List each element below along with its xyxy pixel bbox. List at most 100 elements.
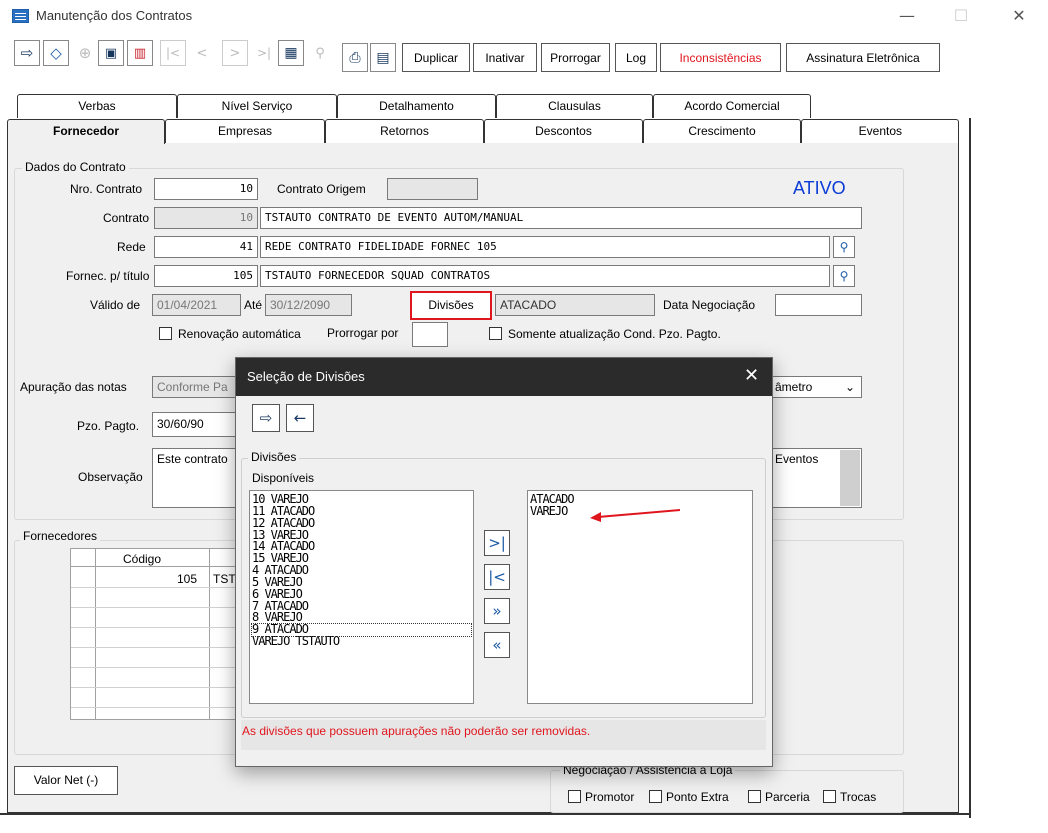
- tab-retornos[interactable]: Retornos: [325, 119, 484, 143]
- tab-nivel-servico[interactable]: Nível Serviço: [177, 94, 337, 118]
- search-icon[interactable]: ⚲: [307, 40, 333, 66]
- valido-de-field[interactable]: 01/04/2021: [152, 294, 241, 316]
- data-negociacao-label: Data Negociação: [663, 298, 756, 312]
- warning-message: As divisões que possuem apurações não po…: [242, 724, 591, 738]
- parceria-label: Parceria: [765, 790, 810, 804]
- contrato-number-field[interactable]: 10: [154, 207, 258, 229]
- maximize-button[interactable]: ☐: [951, 6, 971, 26]
- grid-cell-desc[interactable]: TST: [213, 572, 236, 586]
- rede-search-icon[interactable]: ⚲: [833, 236, 855, 258]
- duplicar-button[interactable]: Duplicar: [402, 43, 470, 72]
- parceria-checkbox[interactable]: Parceria: [748, 790, 810, 804]
- grid-cell-codigo[interactable]: 105: [177, 572, 197, 586]
- renovacao-label: Renovação automática: [178, 327, 301, 341]
- app-window-icon: [12, 9, 29, 23]
- nro-contrato-field[interactable]: 10: [154, 178, 258, 200]
- parametro-select[interactable]: âmetro ⌄: [770, 376, 862, 398]
- tab-eventos[interactable]: Eventos: [801, 119, 959, 143]
- remove-selected-button[interactable]: |<: [484, 564, 510, 590]
- chevron-down-icon: ⌄: [844, 380, 855, 394]
- tab-fornecedor[interactable]: Fornecedor: [7, 119, 165, 144]
- fornecedores-grid[interactable]: Código 105 TST: [70, 548, 240, 720]
- apuracao-field[interactable]: Conforme Pa: [152, 376, 242, 398]
- ponto-extra-checkbox[interactable]: Ponto Extra: [649, 790, 729, 804]
- contrato-origem-label: Contrato Origem: [277, 182, 366, 196]
- first-record-icon[interactable]: |<: [160, 40, 186, 66]
- fornec-description-field[interactable]: TSTAUTO FORNECEDOR SQUAD CONTRATOS: [260, 265, 830, 287]
- fornec-search-icon[interactable]: ⚲: [833, 265, 855, 287]
- inconsistencias-button[interactable]: Inconsistências: [660, 43, 781, 72]
- calculator-icon[interactable]: ▤: [370, 43, 396, 72]
- inativar-button[interactable]: Inativar: [473, 43, 537, 72]
- last-record-icon[interactable]: >|: [251, 40, 277, 66]
- selected-divisions-list[interactable]: ATACADO VAREJO: [527, 490, 753, 704]
- promotor-label: Promotor: [585, 790, 635, 804]
- log-button[interactable]: Log: [615, 43, 657, 72]
- remove-all-button[interactable]: «: [484, 632, 510, 658]
- table-row: [71, 667, 239, 668]
- contrato-description-field[interactable]: TSTAUTO CONTRATO DE EVENTO AUTOM/MANUAL: [260, 207, 862, 229]
- pzo-pagto-field[interactable]: 30/60/90: [152, 412, 240, 437]
- fornec-titulo-label: Fornec. p/ título: [66, 269, 150, 283]
- tab-crescimento[interactable]: Crescimento: [643, 119, 801, 143]
- add-all-button[interactable]: »: [484, 598, 510, 624]
- contrato-origem-field[interactable]: [387, 178, 478, 200]
- next-record-icon[interactable]: >: [222, 40, 248, 66]
- table-row: [71, 687, 239, 688]
- tab-detalhamento[interactable]: Detalhamento: [337, 94, 496, 118]
- table-row: [71, 607, 239, 608]
- exit-icon[interactable]: ⇨: [14, 40, 40, 66]
- add-selected-button[interactable]: >|: [484, 530, 510, 556]
- prorrogar-por-field[interactable]: [412, 322, 448, 347]
- data-negociacao-field[interactable]: [775, 294, 862, 316]
- available-divisions-list[interactable]: 10 VAREJO 11 ATACADO 12 ATACADO 13 VAREJ…: [249, 490, 474, 704]
- eventos-scrollbar[interactable]: [840, 450, 860, 506]
- save-icon[interactable]: ▣: [98, 40, 124, 66]
- eraser-icon[interactable]: ◇: [43, 40, 69, 66]
- promotor-checkbox[interactable]: Promotor: [568, 790, 634, 804]
- list-item[interactable]: VAREJO TSTAUTO: [252, 635, 471, 648]
- dados-contrato-label: Dados do Contrato: [22, 160, 129, 174]
- trocas-label: Trocas: [840, 790, 877, 804]
- minimize-button[interactable]: —: [897, 6, 917, 26]
- fornec-number-field[interactable]: 105: [154, 265, 258, 287]
- grid-col-divider: [209, 549, 210, 719]
- dialog-exit-icon[interactable]: ⇨: [252, 404, 280, 432]
- tab-verbas[interactable]: Verbas: [17, 94, 177, 118]
- tab-empresas[interactable]: Empresas: [165, 119, 325, 143]
- rede-number-field[interactable]: 41: [154, 236, 258, 258]
- divisoes-group-label: Divisões: [248, 450, 300, 464]
- add-icon[interactable]: ⊕: [72, 40, 98, 66]
- observacao-textarea[interactable]: Este contrato: [152, 448, 242, 508]
- observacao-label: Observação: [78, 470, 143, 484]
- divisoes-button[interactable]: Divisões: [410, 291, 492, 320]
- print-icon[interactable]: ⎙: [342, 43, 368, 72]
- somente-atualizacao-checkbox[interactable]: Somente atualização Cond. Pzo. Pagto.: [489, 327, 721, 341]
- delete-icon[interactable]: ▥: [127, 40, 153, 66]
- assinatura-eletronica-button[interactable]: Assinatura Eletrônica: [786, 43, 940, 72]
- valor-net-button[interactable]: Valor Net (-): [14, 766, 118, 795]
- rede-description-field[interactable]: REDE CONTRATO FIDELIDADE FORNEC 105: [260, 236, 830, 258]
- nro-contrato-label: Nro. Contrato: [70, 182, 143, 196]
- grid-col-divider: [95, 549, 96, 719]
- grid-icon[interactable]: ▦: [278, 40, 304, 66]
- divisoes-value-field[interactable]: ATACADO: [495, 294, 655, 316]
- trocas-checkbox[interactable]: Trocas: [823, 790, 876, 804]
- dialog-title: Seleção de Divisões: [247, 369, 365, 384]
- tab-clausulas[interactable]: Clausulas: [496, 94, 653, 118]
- prorrogar-por-label: Prorrogar por: [327, 326, 399, 340]
- selecao-divisoes-dialog: Seleção de Divisões ✕ ⇨ ← Divisões Dispo…: [235, 357, 773, 767]
- pzo-pagto-label: Pzo. Pagto.: [77, 419, 140, 433]
- ate-field[interactable]: 30/12/2090: [265, 294, 352, 316]
- dialog-close-icon[interactable]: ✕: [744, 365, 759, 386]
- tab-acordo-comercial[interactable]: Acordo Comercial: [653, 94, 811, 118]
- close-window-button[interactable]: ✕: [1009, 6, 1029, 26]
- tab-descontos[interactable]: Descontos: [484, 119, 643, 143]
- prev-record-icon[interactable]: <: [189, 40, 215, 66]
- dialog-back-icon[interactable]: ←: [286, 404, 314, 432]
- table-row: [71, 647, 239, 648]
- panel-bottom-border: [0, 813, 971, 815]
- renovacao-checkbox[interactable]: Renovação automática: [159, 327, 301, 341]
- tab-panel-edge: [959, 118, 971, 818]
- prorrogar-button[interactable]: Prorrogar: [541, 43, 610, 72]
